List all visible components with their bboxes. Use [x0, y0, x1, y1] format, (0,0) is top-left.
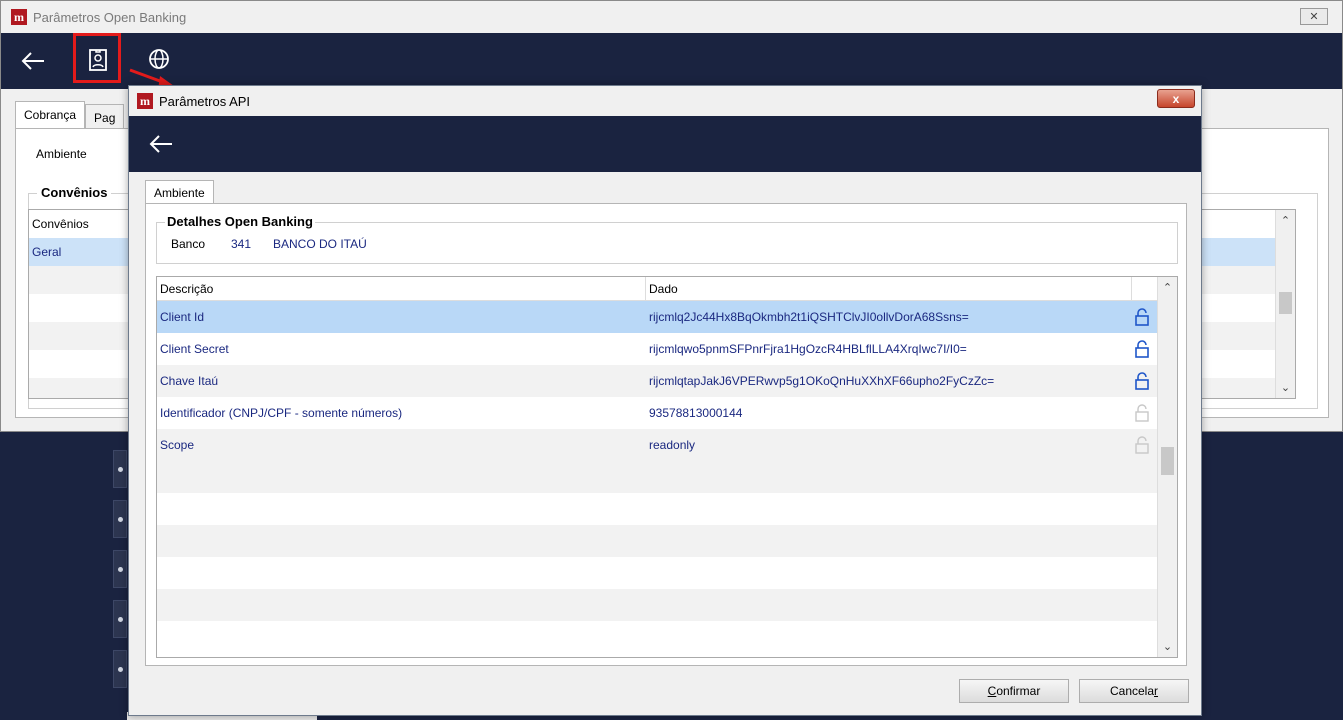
dialog-close-button[interactable]: x — [1157, 89, 1195, 108]
column-separator[interactable] — [1131, 277, 1132, 301]
confirm-label-rest: onfirmar — [996, 684, 1041, 698]
arrow-left-icon[interactable] — [19, 47, 47, 75]
window-close-button[interactable]: ✕ — [1300, 8, 1328, 25]
cell-descricao: Client Secret — [160, 342, 229, 356]
lock-icon[interactable] — [1134, 371, 1150, 391]
tab-cobranca[interactable]: Cobrança — [15, 101, 86, 129]
app-logo-icon: m — [11, 9, 27, 25]
table-row[interactable]: Scope readonly — [157, 429, 1157, 461]
desktop-button[interactable] — [113, 500, 127, 538]
lock-icon[interactable] — [1134, 403, 1150, 423]
ambiente-label: Ambiente — [36, 147, 87, 161]
desktop-button[interactable] — [113, 550, 127, 588]
banco-name: BANCO DO ITAÚ — [273, 237, 367, 251]
cell-dado[interactable]: 93578813000144 — [649, 406, 742, 420]
banco-line: Banco 341 BANCO DO ITAÚ — [171, 237, 367, 251]
cell-descricao: Identificador (CNPJ/CPF - somente número… — [160, 406, 403, 420]
cell-descricao: Client Id — [160, 310, 205, 324]
app-logo-icon: m — [137, 93, 153, 109]
detalhes-group-title: Detalhes Open Banking — [165, 214, 315, 229]
chevron-down-icon[interactable]: ⌄ — [1158, 640, 1177, 653]
grid-header: Descrição Dado — [157, 277, 1157, 301]
dialog-titlebar: m Parâmetros API — [129, 86, 1201, 116]
convenios-group-title: Convênios — [37, 185, 112, 200]
scroll-thumb[interactable] — [1161, 447, 1174, 475]
cell-dado[interactable]: rijcmlq2Jc44Hx8BqOkmbh2t1iQSHTClvJI0ollv… — [649, 310, 969, 324]
parametros-api-dialog: m Parâmetros API x Ambiente Detalhes Ope… — [128, 85, 1202, 716]
table-row — [157, 493, 1157, 525]
dialog-tab-panel: Detalhes Open Banking Banco 341 BANCO DO… — [145, 203, 1187, 666]
desktop-button[interactable] — [113, 650, 127, 688]
table-row — [157, 525, 1157, 557]
parametros-grid[interactable]: Descrição Dado Client Id rijcmlq2Jc44Hx8… — [156, 276, 1178, 658]
scroll-thumb[interactable] — [1279, 292, 1292, 314]
confirm-button[interactable]: Confirmar — [959, 679, 1069, 703]
dialog-tabs: Ambiente — [145, 180, 214, 205]
cancel-hotkey: r — [1154, 684, 1159, 698]
column-separator[interactable] — [645, 277, 646, 301]
grid-scrollbar[interactable]: ⌃ ⌄ — [1157, 277, 1177, 657]
dialog-toolbar — [129, 116, 1201, 172]
table-row — [157, 621, 1157, 653]
column-header-descricao[interactable]: Descrição — [160, 282, 213, 296]
chevron-up-icon[interactable]: ⌃ — [1158, 281, 1177, 294]
desktop-button[interactable] — [113, 450, 127, 488]
chevron-down-icon[interactable]: ⌄ — [1276, 381, 1295, 394]
lock-icon[interactable] — [1134, 307, 1150, 327]
desktop-button[interactable] — [113, 600, 127, 638]
window-title: Parâmetros Open Banking — [33, 9, 187, 25]
cell-descricao: Scope — [160, 438, 195, 452]
lock-icon[interactable] — [1134, 339, 1150, 359]
column-header-dado[interactable]: Dado — [649, 282, 678, 296]
table-row[interactable]: Client Id rijcmlq2Jc44Hx8BqOkmbh2t1iQSHT… — [157, 301, 1157, 333]
table-row[interactable]: Client Secret rijcmlqwo5pnmSFPnrFjra1HgO… — [157, 333, 1157, 365]
window-titlebar: m Parâmetros Open Banking — [1, 1, 1342, 33]
arrow-left-icon[interactable] — [147, 132, 175, 156]
table-row — [157, 589, 1157, 621]
lock-icon[interactable] — [1134, 435, 1150, 455]
detalhes-group: Detalhes Open Banking Banco 341 BANCO DO… — [156, 214, 1178, 264]
banco-label: Banco — [171, 237, 206, 251]
main-toolbar — [1, 33, 1342, 89]
cancel-button[interactable]: Cancelar — [1079, 679, 1189, 703]
taskbar-buttons — [113, 432, 127, 720]
cell-dado[interactable]: rijcmlqwo5pnmSFPnrFjra1HgOzcR4HBLflLLA4X… — [649, 342, 967, 356]
tab-ambiente[interactable]: Ambiente — [145, 180, 214, 205]
chevron-up-icon[interactable]: ⌃ — [1276, 214, 1295, 227]
cell-descricao: Chave Itaú — [160, 374, 219, 388]
cancel-label: Cancela — [1109, 684, 1155, 698]
dialog-title: Parâmetros API — [159, 93, 251, 109]
table-row[interactable]: Chave Itaú rijcmlqtapJakJ6VPERwvp5g1OKoQ… — [157, 365, 1157, 397]
list-scrollbar[interactable]: ⌃ ⌄ — [1275, 210, 1295, 398]
tab-pagamento[interactable]: Pag — [85, 104, 125, 129]
table-row — [157, 557, 1157, 589]
table-row[interactable]: Identificador (CNPJ/CPF - somente número… — [157, 397, 1157, 429]
table-row — [157, 461, 1157, 493]
highlight-box — [73, 33, 121, 83]
banco-code: 341 — [231, 237, 252, 251]
cell-dado[interactable]: rijcmlqtapJakJ6VPERwvp5g1OKoQnHuXXhXF66u… — [649, 374, 994, 388]
main-tabs: Cobrança Pag — [15, 101, 125, 129]
cell-dado[interactable]: readonly — [649, 438, 695, 452]
